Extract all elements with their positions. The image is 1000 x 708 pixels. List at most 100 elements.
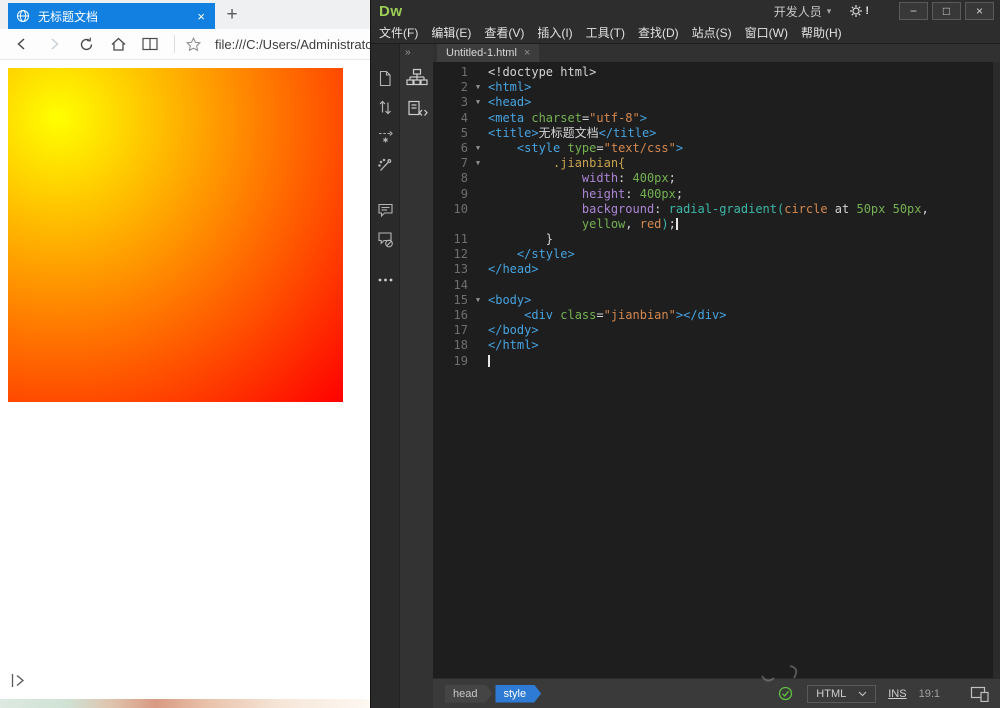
doctype-dropdown[interactable]: HTML — [807, 685, 876, 703]
maximize-button[interactable]: □ — [932, 2, 961, 20]
snippets-icon[interactable] — [406, 100, 428, 120]
browser-tab-title: 无标题文档 — [38, 8, 187, 25]
document-tab-label: Untitled-1.html — [446, 47, 517, 59]
fold-gutter — [468, 354, 488, 369]
globe-icon — [16, 9, 30, 23]
line-number: 13 — [433, 262, 468, 277]
sidebar-expand-icon[interactable] — [10, 672, 28, 689]
insert-mode-indicator[interactable]: INS — [888, 688, 906, 700]
menu-item[interactable]: 插入(I) — [537, 24, 572, 41]
address-bar[interactable]: file:///C:/Users/Administrator/D — [215, 37, 370, 52]
code-row: 1<!doctype html> — [433, 65, 1000, 80]
code-text: background: radial-gradient(circle at 50… — [488, 202, 929, 217]
fold-gutter — [468, 111, 488, 126]
device-preview-icon[interactable] — [970, 686, 990, 702]
fold-gutter — [468, 338, 488, 353]
line-number: 15 — [433, 293, 468, 308]
dreamweaver-logo: Dw — [379, 3, 403, 20]
menu-item[interactable]: 查看(V) — [484, 24, 524, 41]
line-number — [433, 217, 468, 232]
line-number: 7 — [433, 156, 468, 171]
code-lines[interactable]: 1<!doctype html>2▼<html>3▼<head>4<meta c… — [433, 62, 1000, 678]
code-row: 11 } — [433, 232, 1000, 247]
doctype-label: HTML — [816, 688, 846, 700]
line-number: 3 — [433, 95, 468, 110]
document-icon[interactable] — [377, 70, 394, 87]
cursor-position: 19:1 — [919, 688, 940, 700]
brush-icon[interactable] — [377, 157, 394, 174]
line-number: 2 — [433, 80, 468, 95]
code-row: 19 — [433, 354, 1000, 369]
menu-item[interactable]: 文件(F) — [379, 24, 418, 41]
code-row: 13</head> — [433, 262, 1000, 277]
browser-window: 无标题文档 × + — [0, 0, 370, 699]
fold-arrow-icon[interactable]: ▼ — [468, 95, 488, 110]
menu-item[interactable]: 查找(D) — [638, 24, 679, 41]
minimize-button[interactable]: − — [899, 2, 928, 20]
favorites-star-icon[interactable] — [183, 35, 203, 53]
dom-tree-icon[interactable] — [406, 68, 428, 88]
workspace-switcher[interactable]: 开发人员 ▾ — [774, 3, 832, 20]
menu-item[interactable]: 工具(T) — [586, 24, 625, 41]
new-tab-button[interactable]: + — [215, 3, 249, 29]
line-number: 12 — [433, 247, 468, 262]
code-text: width: 400px; — [488, 171, 676, 186]
word-wrap-star-icon[interactable] — [377, 128, 394, 145]
code-text: <meta charset="utf-8"> — [488, 111, 647, 126]
sync-settings-button[interactable]: ! — [849, 4, 869, 18]
line-number: 17 — [433, 323, 468, 338]
code-text: .jianbian{ — [488, 156, 625, 171]
refresh-icon[interactable] — [76, 35, 96, 53]
tag-selector-head[interactable]: head — [445, 685, 492, 703]
menu-item[interactable]: 帮助(H) — [801, 24, 842, 41]
code-row: 3▼<head> — [433, 95, 1000, 110]
lint-ok-check-icon — [778, 686, 793, 701]
more-dots-icon[interactable] — [377, 276, 394, 293]
home-icon[interactable] — [108, 35, 128, 53]
code-row: 9 height: 400px; — [433, 187, 1000, 202]
fold-arrow-icon[interactable]: ▼ — [468, 156, 488, 171]
browser-tab[interactable]: 无标题文档 × — [8, 3, 215, 29]
line-number: 11 — [433, 232, 468, 247]
tab-close-icon[interactable]: × — [195, 9, 207, 24]
text-cursor — [488, 355, 490, 367]
browser-tab-bar: 无标题文档 × + — [0, 0, 370, 29]
code-row: yellow, red); — [433, 217, 1000, 232]
dw-menubar: 文件(F) 编辑(E) 查看(V) 插入(I) 工具(T) 查找(D) 站点(S) 窗口(W)… — [371, 22, 1000, 44]
tag-selector-style[interactable]: style — [495, 685, 541, 703]
code-text: <body> — [488, 293, 531, 308]
code-text: <!doctype html> — [488, 65, 596, 80]
forward-icon[interactable] — [44, 35, 64, 53]
screen: 无标题文档 × + — [0, 0, 1000, 708]
reading-list-icon[interactable] — [140, 35, 160, 53]
fold-arrow-icon[interactable]: ▼ — [468, 80, 488, 95]
coding-toolbar — [371, 44, 400, 708]
document-tab[interactable]: Untitled-1.html × — [437, 44, 539, 62]
fold-gutter — [468, 217, 488, 232]
expand-panels-icon[interactable]: » — [400, 44, 433, 64]
code-row: 18</html> — [433, 338, 1000, 353]
line-number: 14 — [433, 278, 468, 293]
desktop-wallpaper-strip — [0, 699, 370, 708]
code-text: <title>无标题文档</title> — [488, 126, 656, 141]
remove-comment-icon[interactable] — [377, 231, 394, 248]
apply-comment-icon[interactable] — [377, 202, 394, 219]
back-icon[interactable] — [12, 35, 32, 53]
code-text: <div class="jianbian"></div> — [488, 308, 726, 323]
menu-item[interactable]: 编辑(E) — [431, 24, 471, 41]
file-transfer-arrows-icon[interactable] — [377, 99, 394, 116]
gear-icon — [849, 4, 863, 18]
code-row: 8 width: 400px; — [433, 171, 1000, 186]
fold-arrow-icon[interactable]: ▼ — [468, 293, 488, 308]
dreamweaver-window: Dw 开发人员 ▾ ! − — [370, 0, 1000, 708]
menu-item[interactable]: 站点(S) — [692, 24, 732, 41]
window-controls: − □ × — [895, 2, 994, 20]
fold-gutter — [468, 308, 488, 323]
menu-item[interactable]: 窗口(W) — [745, 24, 788, 41]
browser-viewport — [0, 60, 370, 699]
code-text: <html> — [488, 80, 531, 95]
status-bar: head style HTML INS 1 — [433, 678, 1000, 708]
document-tab-close-icon[interactable]: × — [524, 47, 530, 59]
fold-arrow-icon[interactable]: ▼ — [468, 141, 488, 156]
close-button[interactable]: × — [965, 2, 994, 20]
